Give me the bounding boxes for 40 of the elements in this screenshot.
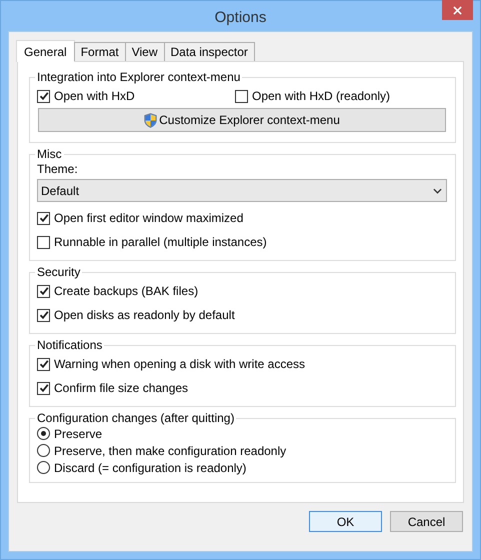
shield-icon [144, 112, 158, 128]
group-title: Notifications [36, 338, 104, 352]
checkbox-label[interactable]: Create backups (BAK files) [54, 284, 198, 298]
checkbox[interactable] [37, 308, 50, 322]
radio-label[interactable]: Discard (= configuration is readonly) [54, 460, 246, 474]
checkbox[interactable] [37, 358, 50, 370]
checkbox[interactable] [37, 90, 50, 102]
checkbox[interactable] [37, 284, 50, 298]
customize-button[interactable]: Customize Explorer context-menu [38, 108, 446, 132]
tab[interactable]: Format [74, 42, 126, 61]
dialog-button[interactable]: Cancel [390, 511, 463, 532]
radio-button[interactable] [37, 427, 50, 440]
checkbox[interactable] [37, 212, 50, 224]
theme-dropdown[interactable]: Default [37, 179, 447, 202]
chevron-icon [433, 188, 442, 194]
checkbox-label[interactable]: Open disks as readonly by default [54, 308, 235, 322]
checkbox-label[interactable]: Open first editor window maximized [54, 211, 244, 225]
radio-label[interactable]: Preserve, then make configuration readonly [54, 444, 286, 458]
tab[interactable]: Data inspector [164, 42, 255, 61]
radio-button[interactable] [37, 461, 50, 474]
group-title: Misc [36, 147, 63, 161]
close-button[interactable] [442, 0, 473, 20]
group-title: Integration into Explorer context-menu [36, 70, 242, 84]
radio-button[interactable] [37, 444, 50, 457]
group-title: Configuration changes (after quitting) [36, 411, 236, 425]
checkbox-label[interactable]: Warning when opening a disk with write access [54, 357, 306, 371]
close-icon [453, 6, 462, 14]
group-title: Security [36, 265, 82, 279]
checkbox-label[interactable]: Open with HxD [54, 89, 135, 103]
radio-label[interactable]: Preserve [54, 426, 102, 440]
checkbox-label[interactable]: Open with HxD (readonly) [252, 89, 390, 103]
checkbox-label[interactable]: Runnable in parallel (multiple instances) [54, 235, 267, 249]
field-label: Theme: [37, 161, 79, 177]
checkbox[interactable] [235, 90, 248, 102]
window-title: Options [214, 8, 266, 26]
checkbox-label[interactable]: Confirm file size changes [54, 381, 188, 395]
checkbox[interactable] [37, 236, 50, 248]
checkbox[interactable] [37, 382, 50, 394]
tab[interactable]: General [16, 40, 75, 62]
dialog-button[interactable]: OK [309, 511, 382, 532]
